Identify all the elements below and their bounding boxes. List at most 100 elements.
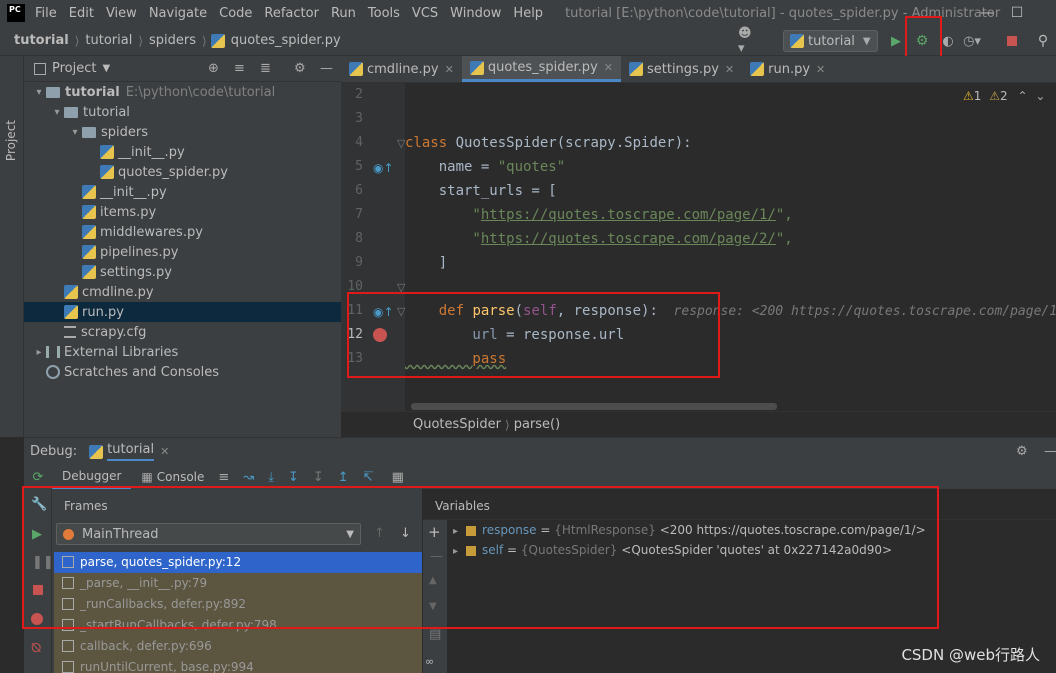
project-tool-tab[interactable]: Project bbox=[4, 120, 18, 161]
tree-item[interactable]: ▾ tutorial E:\python\code\tutorial bbox=[24, 82, 341, 102]
frame-row[interactable]: runUntilCurrent, base.py:994 bbox=[54, 657, 422, 673]
close-icon[interactable]: ✕ bbox=[816, 63, 825, 76]
frame-row[interactable]: callback, defer.py:696 bbox=[54, 636, 422, 657]
menu-vcs[interactable]: VCS bbox=[406, 6, 444, 21]
menu-code[interactable]: Code bbox=[213, 6, 258, 21]
hide-icon[interactable]: — bbox=[1044, 444, 1056, 459]
breadcrumb-method[interactable]: parse() bbox=[514, 417, 560, 432]
annotation-box-code bbox=[347, 292, 720, 378]
tree-item[interactable]: items.py bbox=[24, 202, 341, 222]
weak-warning-icon: ⚠ bbox=[989, 89, 1000, 103]
frame-label: runUntilCurrent, base.py:994 bbox=[80, 660, 254, 673]
maximize-button[interactable]: ☐ bbox=[994, 0, 1040, 26]
horizontal-scrollbar[interactable] bbox=[411, 403, 777, 410]
string-literal: " bbox=[405, 207, 481, 223]
run-icon[interactable]: ▶ bbox=[886, 31, 906, 51]
breadcrumb-class[interactable]: QuotesSpider bbox=[413, 417, 501, 432]
string-literal: "quotes" bbox=[497, 159, 566, 175]
search-icon[interactable]: ⚲ bbox=[1033, 31, 1053, 51]
evaluate-icon[interactable]: ▦ bbox=[392, 470, 404, 485]
locate-icon[interactable]: ⊕ bbox=[208, 61, 219, 76]
menu-run[interactable]: Run bbox=[325, 6, 362, 21]
chevron-down-icon[interactable]: ▾ bbox=[50, 107, 64, 118]
hide-icon[interactable]: — bbox=[320, 61, 333, 76]
user-icon[interactable]: ☻▾ bbox=[738, 26, 758, 56]
folder-icon bbox=[46, 86, 60, 98]
menu-help[interactable]: Help bbox=[507, 6, 549, 21]
tree-item[interactable]: Scratches and Consoles bbox=[24, 362, 341, 382]
chevron-right-icon[interactable]: ▸ bbox=[32, 347, 46, 358]
collapse-all-icon[interactable]: ≣ bbox=[260, 61, 271, 76]
mute-breakpoints-icon[interactable]: ⦰ bbox=[31, 641, 41, 656]
tree-item[interactable]: quotes_spider.py bbox=[24, 162, 341, 182]
tree-item-label: __init__.py bbox=[100, 184, 167, 200]
step-out-icon[interactable]: ↥ bbox=[338, 470, 349, 485]
step-into-icon[interactable]: ↧ bbox=[288, 470, 299, 485]
python-file-icon bbox=[82, 205, 96, 219]
rerun-icon[interactable]: ⟳ bbox=[24, 470, 52, 485]
menu-edit[interactable]: Edit bbox=[63, 6, 100, 21]
tree-item-label: items.py bbox=[100, 204, 157, 220]
tree-item[interactable]: __init__.py bbox=[24, 182, 341, 202]
tree-item[interactable]: ▾ tutorial bbox=[24, 102, 341, 122]
tree-item[interactable]: pipelines.py bbox=[24, 242, 341, 262]
tree-item[interactable]: run.py bbox=[24, 302, 341, 322]
tab-quotes-spider[interactable]: quotes_spider.py ✕ bbox=[461, 56, 621, 82]
tree-item[interactable]: settings.py bbox=[24, 262, 341, 282]
code-text: QuotesSpider(scrapy.Spider): bbox=[447, 135, 692, 151]
run-config-select[interactable]: tutorial ▼ bbox=[783, 30, 878, 52]
tree-item[interactable]: scrapy.cfg bbox=[24, 322, 341, 342]
menu-file[interactable]: File bbox=[29, 6, 63, 21]
close-icon[interactable]: ✕ bbox=[445, 63, 454, 76]
url-link[interactable]: https://quotes.toscrape.com/page/2/ bbox=[481, 231, 776, 247]
inspection-widget[interactable]: ⚠1 ⚠2 ⌃ ⌄ bbox=[963, 89, 1045, 103]
breadcrumb-file[interactable]: quotes_spider.py bbox=[229, 33, 343, 48]
chevron-up-icon[interactable]: ⌃ bbox=[1017, 89, 1027, 103]
step-into-my-code-icon[interactable]: ↧ bbox=[313, 470, 324, 485]
breadcrumb-package[interactable]: tutorial bbox=[83, 33, 134, 48]
chevron-down-icon[interactable]: ⌄ bbox=[1035, 89, 1045, 103]
tab-cmdline[interactable]: cmdline.py ✕ bbox=[341, 56, 462, 82]
copy-icon[interactable]: ▤ bbox=[429, 627, 441, 642]
debug-session-tab[interactable]: tutorial bbox=[107, 442, 155, 461]
line-number: 4 bbox=[355, 135, 363, 150]
tree-item[interactable]: ▾ spiders bbox=[24, 122, 341, 142]
step-over-icon[interactable]: ⤓ bbox=[268, 470, 274, 485]
menu-navigate[interactable]: Navigate bbox=[143, 6, 213, 21]
tab-run[interactable]: run.py ✕ bbox=[742, 56, 833, 82]
menu-refactor[interactable]: Refactor bbox=[258, 6, 325, 21]
chevron-down-icon[interactable]: ▼ bbox=[102, 63, 110, 74]
override-icon[interactable]: ◉↑ bbox=[373, 161, 394, 175]
breadcrumb-spiders[interactable]: spiders bbox=[147, 33, 198, 48]
gear-icon[interactable]: ⚙ bbox=[294, 61, 306, 76]
close-icon[interactable]: ✕ bbox=[160, 445, 169, 458]
menu-view[interactable]: View bbox=[100, 6, 143, 21]
tree-item[interactable]: cmdline.py bbox=[24, 282, 341, 302]
line-number: 7 bbox=[355, 207, 363, 222]
glasses-icon[interactable]: ∞ bbox=[425, 655, 434, 668]
python-file-icon bbox=[349, 62, 363, 76]
chevron-down-icon[interactable]: ▾ bbox=[32, 87, 46, 98]
tree-item[interactable]: ▸ External Libraries bbox=[24, 342, 341, 362]
menu-icon[interactable]: ≡ bbox=[218, 470, 229, 485]
expand-all-icon[interactable]: ≡ bbox=[234, 61, 245, 76]
url-link[interactable]: https://quotes.toscrape.com/page/1/ bbox=[481, 207, 776, 223]
chevron-down-icon[interactable]: ▾ bbox=[68, 127, 82, 138]
warning-icon: ⚠ bbox=[963, 89, 974, 103]
tree-item-label: __init__.py bbox=[118, 144, 185, 160]
close-icon[interactable]: ✕ bbox=[604, 61, 613, 74]
gear-icon[interactable]: ⚙ bbox=[1016, 444, 1028, 459]
breadcrumb-root[interactable]: tutorial bbox=[12, 33, 71, 48]
menu-tools[interactable]: Tools bbox=[362, 6, 406, 21]
stop-icon[interactable] bbox=[1002, 31, 1022, 51]
python-file-icon bbox=[628, 62, 643, 76]
profile-icon[interactable]: ◷▾ bbox=[962, 31, 982, 51]
tree-item[interactable]: __init__.py bbox=[24, 142, 341, 162]
show-execution-point-icon[interactable]: ↝ bbox=[243, 470, 254, 485]
run-to-cursor-icon[interactable]: ↸ bbox=[363, 470, 374, 485]
project-header-label[interactable]: Project bbox=[52, 61, 96, 76]
tab-settings[interactable]: settings.py ✕ bbox=[621, 56, 742, 82]
close-icon[interactable]: ✕ bbox=[725, 63, 734, 76]
tree-item[interactable]: middlewares.py bbox=[24, 222, 341, 242]
menu-window[interactable]: Window bbox=[444, 6, 507, 21]
